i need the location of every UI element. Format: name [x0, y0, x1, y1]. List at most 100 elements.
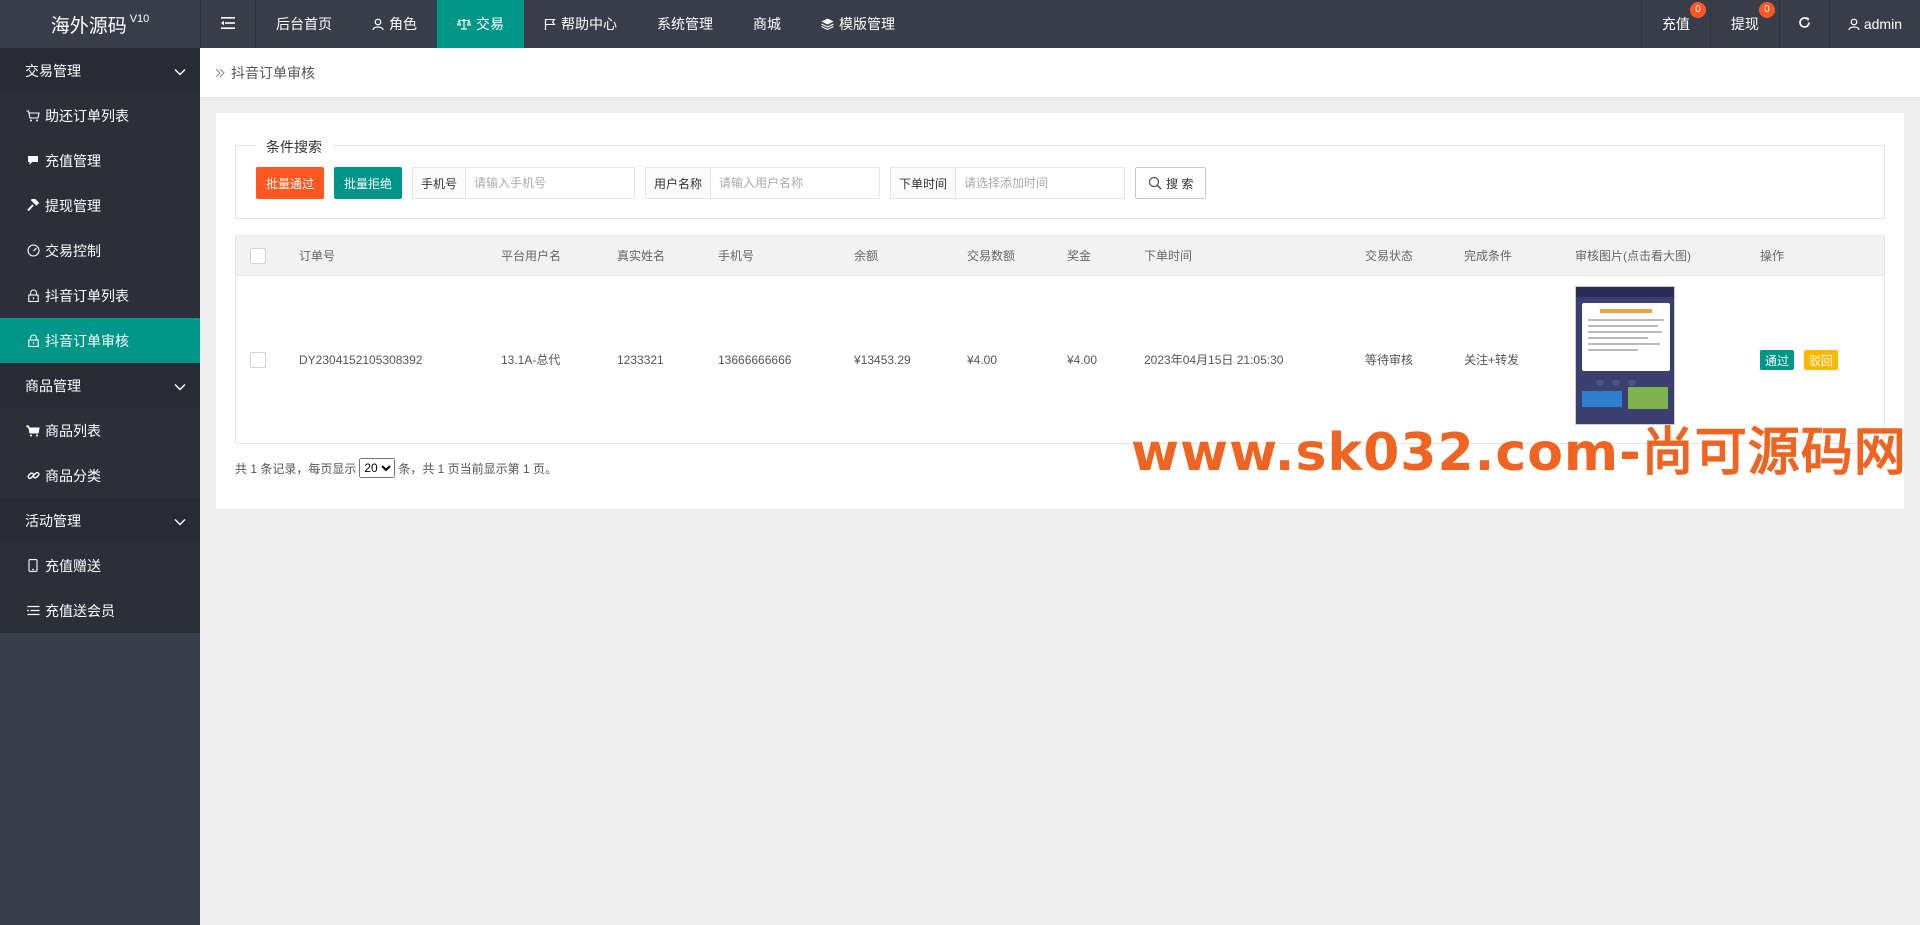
chevron-down-icon — [174, 513, 186, 529]
username-input[interactable] — [711, 168, 880, 198]
user-name: admin — [1863, 16, 1902, 32]
top-header: 海外源码V10 后台首页 角色 交易 帮助中心 系统管理 商城 模版管理 充值 — [0, 0, 1920, 48]
recharge-badge: 0 — [1689, 2, 1706, 18]
top-nav: 后台首页 角色 交易 帮助中心 系统管理 商城 模版管理 — [200, 0, 915, 48]
table-header: 订单号 平台用户名 真实姓名 手机号 余额 交易数额 奖金 下单时间 交易状态 … — [236, 236, 1884, 276]
search-button[interactable]: 搜 索 — [1135, 167, 1207, 199]
sidebar-item-label: 抖音订单列表 — [45, 287, 129, 304]
sidebar-group-goods[interactable]: 商品管理 — [0, 363, 200, 408]
nav-role[interactable]: 角色 — [352, 0, 437, 48]
phone-icon — [25, 559, 41, 572]
recharge-label: 充值 — [1661, 16, 1690, 32]
sidebar-item-recharge[interactable]: 充值管理 — [0, 138, 200, 183]
select-all-checkbox[interactable] — [250, 248, 266, 264]
page-size-select[interactable]: 20 — [359, 458, 396, 478]
refresh-icon — [1798, 16, 1811, 32]
nav-mall[interactable]: 商城 — [733, 0, 801, 48]
header-right: 充值 0 提现 0 admin — [1640, 0, 1920, 48]
sidebar-item-loan-orders[interactable]: 助还订单列表 — [0, 93, 200, 138]
phone-filter-label: 手机号 — [413, 168, 467, 198]
sidebar-item-label: 助还订单列表 — [45, 107, 129, 124]
user-menu[interactable]: admin — [1828, 0, 1920, 48]
row-checkbox[interactable] — [250, 352, 266, 368]
logo-version: V10 — [129, 13, 150, 25]
sidebar-item-douyin-review[interactable]: 抖音订单审核 — [0, 318, 200, 363]
sidebar-item-label: 抖音订单审核 — [45, 332, 129, 349]
sidebar-item-douyin-orders[interactable]: 抖音订单列表 — [0, 273, 200, 318]
link-icon — [25, 469, 41, 482]
col-balance: 余额 — [854, 249, 879, 263]
nav-system[interactable]: 系统管理 — [637, 0, 733, 48]
list-icon — [25, 605, 41, 616]
nav-home-label: 后台首页 — [276, 16, 332, 32]
sidebar-item-label: 充值赠送 — [45, 557, 101, 574]
search-form: 批量通过 批量拒绝 手机号 用户名称 下单时间 搜 索 — [256, 167, 1207, 199]
sidebar-group-label: 商品管理 — [25, 377, 81, 394]
nav-help-label: 帮助中心 — [561, 16, 617, 32]
refresh-button[interactable] — [1778, 0, 1829, 48]
sidebar-group-label: 交易管理 — [25, 62, 81, 79]
time-input[interactable] — [956, 168, 1125, 198]
sidebar-item-recharge-vip[interactable]: 充值送会员 — [0, 588, 200, 633]
amount: ¥4.00 — [967, 352, 998, 367]
phone-input[interactable] — [466, 168, 635, 198]
sidebar-item-trade-control[interactable]: 交易控制 — [0, 228, 200, 273]
main-content: 抖音订单审核 条件搜索 批量通过 批量拒绝 手机号 用户名称 下单时间 — [200, 48, 1920, 925]
review-image-thumbnail[interactable] — [1575, 286, 1675, 425]
col-amount: 交易数额 — [967, 249, 1016, 263]
col-phone: 手机号 — [718, 249, 755, 263]
reject-button[interactable]: 驳回 — [1804, 350, 1839, 370]
nav-home[interactable]: 后台首页 — [256, 0, 352, 48]
sidebar-group-trade[interactable]: 交易管理 — [0, 48, 200, 93]
withdraw-button[interactable]: 提现 0 — [1709, 0, 1779, 48]
breadcrumb: 抖音订单审核 — [200, 48, 1920, 98]
batch-pass-button[interactable]: 批量通过 — [256, 167, 324, 199]
hammer-icon — [25, 199, 41, 212]
watermark-text: www.sk032.com-尚可源码网 — [1131, 423, 1907, 483]
condition: 关注+转发 — [1464, 353, 1520, 367]
time-filter: 下单时间 — [890, 167, 1126, 199]
nav-trade[interactable]: 交易 — [437, 0, 524, 48]
double-chevron-right-icon — [215, 68, 225, 78]
layers-icon — [821, 18, 834, 30]
phone: 13666666666 — [718, 352, 792, 367]
row-actions: 通过 驳回 — [1760, 350, 1839, 370]
sidebar-item-goods-list[interactable]: 商品列表 — [0, 408, 200, 453]
phone-filter: 手机号 — [412, 167, 636, 199]
username-filter: 用户名称 — [645, 167, 881, 199]
nav-mall-label: 商城 — [753, 16, 781, 32]
pager-suffix: 条，共 1 页当前显示第 1 页。 — [398, 461, 558, 476]
col-platform-user: 平台用户名 — [501, 249, 562, 263]
sidebar-item-withdraw[interactable]: 提现管理 — [0, 183, 200, 228]
col-review-image: 审核图片(点击看大图) — [1575, 249, 1691, 263]
col-actions: 操作 — [1760, 249, 1785, 263]
lock-icon — [25, 289, 41, 302]
order-time: 2023年04月15日 21:05:30 — [1144, 353, 1284, 367]
sidebar-toggle-button[interactable] — [200, 0, 256, 48]
real-name: 1233321 — [617, 352, 664, 367]
cart-icon — [25, 109, 41, 122]
sidebar-item-label: 商品分类 — [45, 467, 101, 484]
logo-text: 海外源码 — [50, 15, 127, 37]
user-icon — [372, 18, 384, 30]
chevron-up-icon — [174, 63, 186, 79]
pager-prefix: 共 1 条记录，每页显示 — [235, 461, 357, 476]
logo: 海外源码 V10 — [0, 0, 200, 48]
pass-button[interactable]: 通过 — [1760, 350, 1795, 370]
col-real-name: 真实姓名 — [617, 249, 666, 263]
sidebar-item-goods-category[interactable]: 商品分类 — [0, 453, 200, 498]
sidebar-group-activity[interactable]: 活动管理 — [0, 498, 200, 543]
nav-role-label: 角色 — [389, 16, 417, 32]
gauge-icon — [25, 244, 41, 257]
chevron-down-icon — [174, 378, 186, 394]
order-no: DY2304152105308392 — [299, 352, 423, 367]
sidebar-item-recharge-gift[interactable]: 充值赠送 — [0, 543, 200, 588]
nav-template-label: 模版管理 — [839, 16, 895, 32]
batch-reject-button[interactable]: 批量拒绝 — [334, 167, 402, 199]
recharge-button[interactable]: 充值 0 — [1640, 0, 1710, 48]
sidebar-item-label: 提现管理 — [45, 197, 101, 214]
nav-template[interactable]: 模版管理 — [801, 0, 915, 48]
nav-help[interactable]: 帮助中心 — [524, 0, 637, 48]
nav-trade-label: 交易 — [476, 16, 504, 32]
flag-icon — [544, 18, 556, 30]
